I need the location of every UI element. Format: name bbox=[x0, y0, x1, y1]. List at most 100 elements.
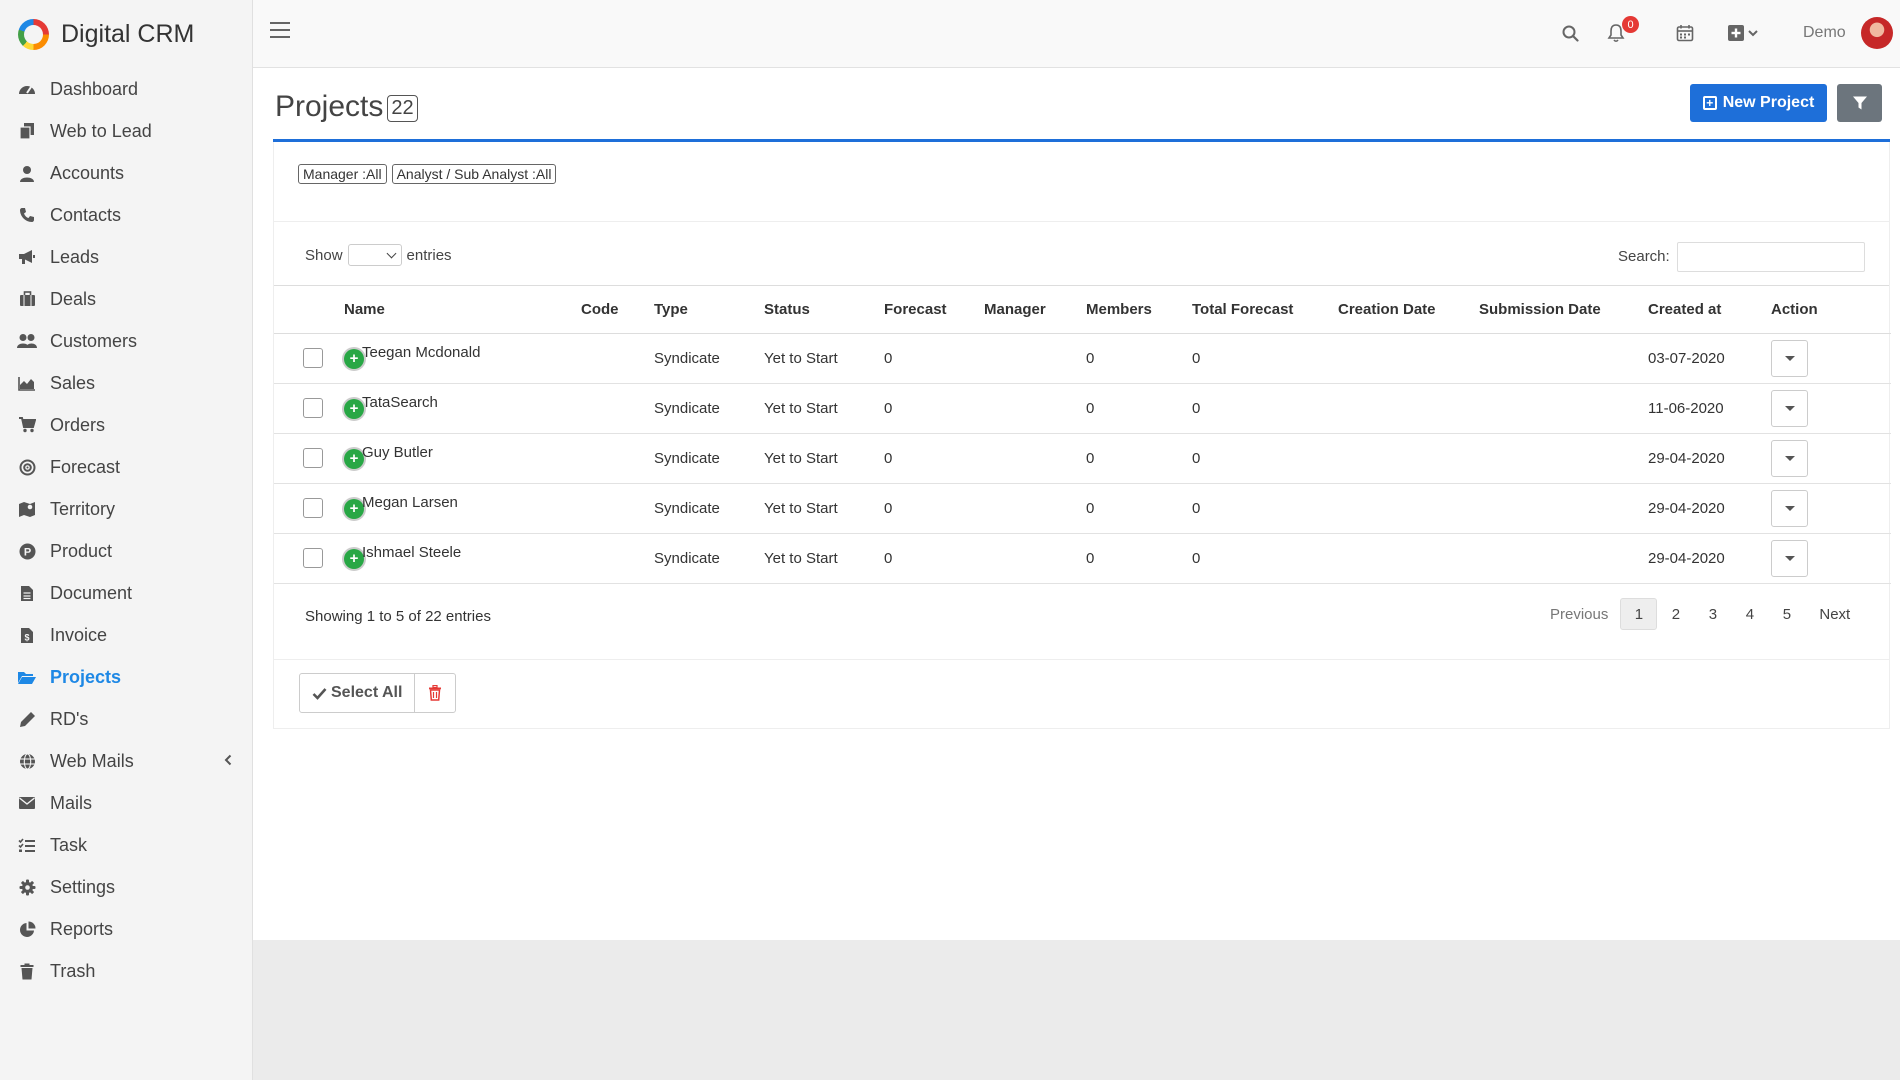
pagination-next[interactable]: Next bbox=[1805, 598, 1860, 630]
sidebar-item-customers[interactable]: Customers bbox=[0, 320, 252, 362]
cell-created-at: 11-06-2020 bbox=[1648, 383, 1771, 434]
sidebar-item-contacts[interactable]: Contacts bbox=[0, 194, 252, 236]
sidebar-item-web-to-lead[interactable]: Web to Lead bbox=[0, 110, 252, 152]
project-name[interactable]: TataSearch bbox=[362, 394, 438, 411]
sidebar-item-mails[interactable]: Mails bbox=[0, 782, 252, 824]
sidebar-item-document[interactable]: Document bbox=[0, 572, 252, 614]
column-header-type[interactable]: Type bbox=[654, 286, 764, 334]
row-checkbox[interactable] bbox=[303, 498, 323, 518]
column-header-submission-date[interactable]: Submission Date bbox=[1479, 286, 1648, 334]
pagination-page[interactable]: 1 bbox=[1620, 598, 1658, 630]
column-header-members[interactable]: Members bbox=[1086, 286, 1192, 334]
filter-button[interactable] bbox=[1837, 84, 1882, 122]
expand-row-icon[interactable]: + bbox=[344, 498, 364, 519]
sidebar-item-projects[interactable]: Projects bbox=[0, 656, 252, 698]
bell-icon[interactable]: 0 bbox=[1603, 16, 1639, 46]
project-name[interactable]: Guy Butler bbox=[362, 444, 433, 461]
expand-row-icon[interactable]: + bbox=[344, 398, 364, 419]
column-header-name[interactable]: Name bbox=[344, 286, 581, 334]
sidebar-item-label: Reports bbox=[50, 918, 114, 939]
cell-action bbox=[1771, 433, 1891, 484]
sidebar-item-rd-s[interactable]: RD's bbox=[0, 698, 252, 740]
brand[interactable]: Digital CRM bbox=[0, 0, 252, 68]
cell-select bbox=[274, 433, 344, 484]
row-checkbox[interactable] bbox=[303, 398, 323, 418]
row-checkbox[interactable] bbox=[303, 548, 323, 568]
cell-members: 0 bbox=[1086, 533, 1192, 584]
column-header-manager[interactable]: Manager bbox=[984, 286, 1086, 334]
quick-add-icon[interactable] bbox=[1725, 20, 1769, 46]
cell-type: Syndicate bbox=[654, 483, 764, 534]
expand-row-icon[interactable]: + bbox=[344, 348, 364, 369]
project-name[interactable]: Teegan Mcdonald bbox=[362, 344, 480, 361]
sidebar-item-orders[interactable]: Orders bbox=[0, 404, 252, 446]
pagination-previous[interactable]: Previous bbox=[1550, 598, 1620, 630]
search-input[interactable] bbox=[1677, 242, 1865, 272]
sidebar-item-product[interactable]: P Product bbox=[0, 530, 252, 572]
cell-submission-date bbox=[1479, 483, 1648, 534]
column-header-status[interactable]: Status bbox=[764, 286, 884, 334]
column-header-action: Action bbox=[1771, 286, 1891, 334]
row-checkbox[interactable] bbox=[303, 448, 323, 468]
cell-creation-date bbox=[1338, 483, 1479, 534]
sidebar-item-settings[interactable]: Settings bbox=[0, 866, 252, 908]
column-header-code[interactable]: Code bbox=[581, 286, 654, 334]
expand-row-icon[interactable]: + bbox=[344, 548, 364, 569]
sidebar-item-accounts[interactable]: Accounts bbox=[0, 152, 252, 194]
column-header-created-at[interactable]: Created at bbox=[1648, 286, 1771, 334]
cell-name: + Guy Butler bbox=[344, 433, 581, 484]
page-length-select[interactable] bbox=[347, 244, 402, 266]
cell-action bbox=[1771, 533, 1891, 584]
row-action-dropdown[interactable] bbox=[1771, 539, 1808, 577]
sidebar-item-leads[interactable]: Leads bbox=[0, 236, 252, 278]
cell-manager bbox=[984, 483, 1086, 534]
briefcase-icon bbox=[16, 288, 38, 310]
pagination-page[interactable]: 4 bbox=[1731, 598, 1768, 630]
delete-button[interactable] bbox=[415, 674, 455, 712]
column-header-forecast[interactable]: Forecast bbox=[884, 286, 984, 334]
sidebar-item-dashboard[interactable]: Dashboard bbox=[0, 68, 252, 110]
sidebar-item-forecast[interactable]: Forecast bbox=[0, 446, 252, 488]
new-project-button[interactable]: + New Project bbox=[1690, 84, 1827, 122]
sidebar-item-task[interactable]: Task bbox=[0, 824, 252, 866]
cell-created-at: 29-04-2020 bbox=[1648, 433, 1771, 484]
sidebar-item-sales[interactable]: Sales bbox=[0, 362, 252, 404]
cell-members: 0 bbox=[1086, 433, 1192, 484]
sidebar-item-trash[interactable]: Trash bbox=[0, 950, 252, 992]
pagination-page[interactable]: 3 bbox=[1694, 598, 1731, 630]
sidebar-item-deals[interactable]: Deals bbox=[0, 278, 252, 320]
sidebar-item-label: Settings bbox=[50, 876, 116, 897]
bulk-actions: Select All bbox=[299, 673, 457, 713]
project-name[interactable]: Megan Larsen bbox=[362, 494, 458, 511]
cell-status: Yet to Start bbox=[764, 433, 884, 484]
row-action-dropdown[interactable] bbox=[1771, 489, 1808, 527]
filter-tag-analyst[interactable]: Analyst / Sub Analyst :All bbox=[391, 164, 557, 184]
filter-tag-manager[interactable]: Manager :All bbox=[298, 164, 387, 184]
project-name[interactable]: Ishmael Steele bbox=[362, 544, 461, 561]
row-action-dropdown[interactable] bbox=[1771, 339, 1808, 377]
row-action-dropdown[interactable] bbox=[1771, 389, 1808, 427]
column-header-total-forecast[interactable]: Total Forecast bbox=[1192, 286, 1338, 334]
pagination-page[interactable]: 2 bbox=[1657, 598, 1694, 630]
cell-select bbox=[274, 383, 344, 434]
chevron-left-icon bbox=[224, 753, 232, 769]
expand-row-icon[interactable]: + bbox=[344, 448, 364, 469]
menu-toggle-icon[interactable] bbox=[270, 22, 290, 40]
column-header-creation-date[interactable]: Creation Date bbox=[1338, 286, 1479, 334]
sidebar-item-invoice[interactable]: $ Invoice bbox=[0, 614, 252, 656]
calendar-icon[interactable] bbox=[1672, 20, 1698, 46]
search-icon[interactable] bbox=[1557, 20, 1583, 46]
avatar[interactable] bbox=[1861, 17, 1893, 49]
row-checkbox[interactable] bbox=[303, 348, 323, 368]
pagination-page[interactable]: 5 bbox=[1768, 598, 1805, 630]
divider bbox=[274, 659, 1889, 660]
select-all-button[interactable]: Select All bbox=[300, 674, 416, 712]
pie-chart-icon bbox=[16, 918, 38, 940]
table-body: + Teegan Mcdonald Syndicate Yet to Start 0 0 0… bbox=[274, 333, 1891, 584]
sidebar-item-reports[interactable]: Reports bbox=[0, 908, 252, 950]
user-name[interactable]: Demo bbox=[1803, 24, 1846, 42]
row-action-dropdown[interactable] bbox=[1771, 439, 1808, 477]
sidebar-item-web-mails[interactable]: Web Mails bbox=[0, 740, 252, 782]
cell-submission-date bbox=[1479, 383, 1648, 434]
sidebar-item-territory[interactable]: Territory bbox=[0, 488, 252, 530]
